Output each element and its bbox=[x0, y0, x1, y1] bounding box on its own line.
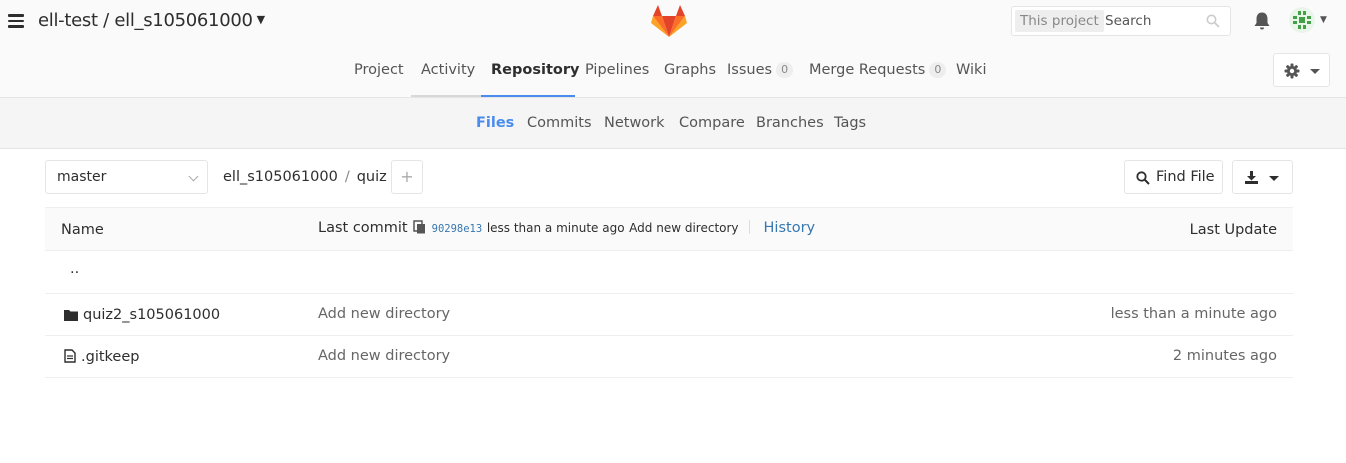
branch-select-value: master bbox=[57, 169, 107, 185]
breadcrumb-project[interactable]: ell_s105061000 bbox=[223, 169, 338, 185]
find-file-label: Find File bbox=[1156, 169, 1215, 185]
last-update-cell: 2 minutes ago bbox=[1172, 348, 1277, 364]
hamburger-menu-icon[interactable] bbox=[8, 14, 24, 28]
add-to-tree-button[interactable]: + bbox=[391, 160, 423, 194]
merge-requests-count-badge: 0 bbox=[929, 62, 947, 78]
commit-message[interactable]: Add new directory bbox=[629, 221, 738, 235]
project-path[interactable]: ell-test / ell_s105061000 bbox=[38, 10, 253, 31]
parent-directory-row[interactable]: .. bbox=[45, 251, 1293, 294]
history-link[interactable]: History bbox=[764, 220, 816, 236]
plus-icon: + bbox=[400, 167, 414, 186]
issues-count-badge: 0 bbox=[776, 62, 794, 78]
avatar-chevron-down-icon[interactable]: ▼ bbox=[1320, 15, 1327, 25]
find-file-button[interactable]: Find File bbox=[1124, 160, 1223, 194]
subtab-commits[interactable]: Commits bbox=[527, 98, 592, 148]
column-header-name: Name bbox=[61, 222, 104, 238]
top-header: ell-test / ell_s105061000 ▼ This project … bbox=[0, 0, 1346, 46]
repository-subnav: Files Commits Network Compare Branches T… bbox=[0, 98, 1346, 149]
column-header-last-update: Last Update bbox=[1189, 222, 1277, 238]
last-update-cell: less than a minute ago bbox=[1110, 306, 1277, 322]
folder-entry[interactable]: quiz2_s105061000 bbox=[64, 307, 220, 323]
tab-pipelines[interactable]: Pipelines bbox=[585, 46, 649, 97]
download-icon bbox=[1245, 171, 1258, 184]
search-icon[interactable] bbox=[1206, 14, 1220, 28]
search-box: This project bbox=[1011, 6, 1231, 36]
project-title[interactable]: ell-test / ell_s105061000 ▼ bbox=[38, 10, 265, 31]
table-row[interactable]: .gitkeep Add new directory 2 minutes ago bbox=[45, 336, 1293, 378]
file-name[interactable]: .gitkeep bbox=[81, 349, 139, 365]
tab-issues[interactable]: Issues 0 bbox=[727, 46, 794, 97]
subtab-files[interactable]: Files bbox=[476, 98, 514, 148]
tab-repository[interactable]: Repository bbox=[481, 46, 579, 97]
tab-merge-requests[interactable]: Merge Requests 0 bbox=[809, 46, 947, 97]
divider bbox=[748, 220, 750, 234]
search-input[interactable] bbox=[1105, 11, 1205, 31]
breadcrumb-folder[interactable]: quiz bbox=[357, 169, 387, 185]
subtab-compare[interactable]: Compare bbox=[679, 98, 745, 148]
table-header: Name Last commit 90298e13 less than a min… bbox=[45, 207, 1293, 251]
commit-message-cell[interactable]: Add new directory bbox=[318, 348, 450, 364]
subtab-tags[interactable]: Tags bbox=[834, 98, 866, 148]
chevron-down-icon[interactable]: ▼ bbox=[257, 13, 265, 26]
project-nav: Project Activity Repository Pipelines Gr… bbox=[0, 46, 1346, 98]
file-tree-table: Name Last commit 90298e13 less than a min… bbox=[45, 207, 1293, 378]
subtab-branches[interactable]: Branches bbox=[756, 98, 824, 148]
clipboard-icon[interactable] bbox=[412, 220, 426, 234]
file-entry[interactable]: .gitkeep bbox=[64, 349, 139, 365]
last-commit-header: Last commit 90298e13 less than a minute a… bbox=[318, 220, 815, 236]
download-button[interactable] bbox=[1232, 160, 1293, 194]
chevron-down-icon bbox=[188, 171, 199, 182]
file-text-icon bbox=[64, 349, 76, 363]
tab-activity[interactable]: Activity bbox=[411, 46, 481, 97]
tab-merge-requests-label: Merge Requests bbox=[809, 62, 926, 78]
commit-sha-link[interactable]: 90298e13 bbox=[432, 223, 483, 235]
caret-down-icon bbox=[1310, 69, 1320, 74]
tab-project[interactable]: Project bbox=[354, 46, 404, 97]
table-row[interactable]: quiz2_s105061000 Add new directory less … bbox=[45, 294, 1293, 336]
folder-name[interactable]: quiz2_s105061000 bbox=[83, 307, 220, 323]
gear-icon bbox=[1284, 63, 1300, 79]
column-header-last-commit: Last commit bbox=[318, 220, 408, 236]
breadcrumb: ell_s105061000/quiz/ bbox=[223, 169, 406, 185]
branch-select[interactable]: master bbox=[45, 160, 208, 194]
tab-graphs[interactable]: Graphs bbox=[664, 46, 716, 97]
tab-issues-label: Issues bbox=[727, 62, 773, 78]
caret-down-icon bbox=[1269, 176, 1279, 181]
commit-time: less than a minute ago bbox=[486, 221, 625, 235]
gitlab-logo[interactable] bbox=[650, 3, 688, 39]
commit-message-cell[interactable]: Add new directory bbox=[318, 306, 450, 322]
parent-directory-link[interactable]: .. bbox=[70, 261, 79, 277]
tab-wiki[interactable]: Wiki bbox=[956, 46, 986, 97]
user-avatar[interactable] bbox=[1289, 7, 1315, 33]
search-scope-badge[interactable]: This project bbox=[1015, 10, 1104, 32]
folder-icon bbox=[64, 310, 78, 321]
search-icon bbox=[1136, 171, 1150, 185]
subtab-network[interactable]: Network bbox=[604, 98, 665, 148]
notification-bell-icon[interactable] bbox=[1253, 11, 1271, 31]
project-settings-button[interactable] bbox=[1273, 53, 1330, 87]
breadcrumb-separator: / bbox=[344, 169, 350, 185]
